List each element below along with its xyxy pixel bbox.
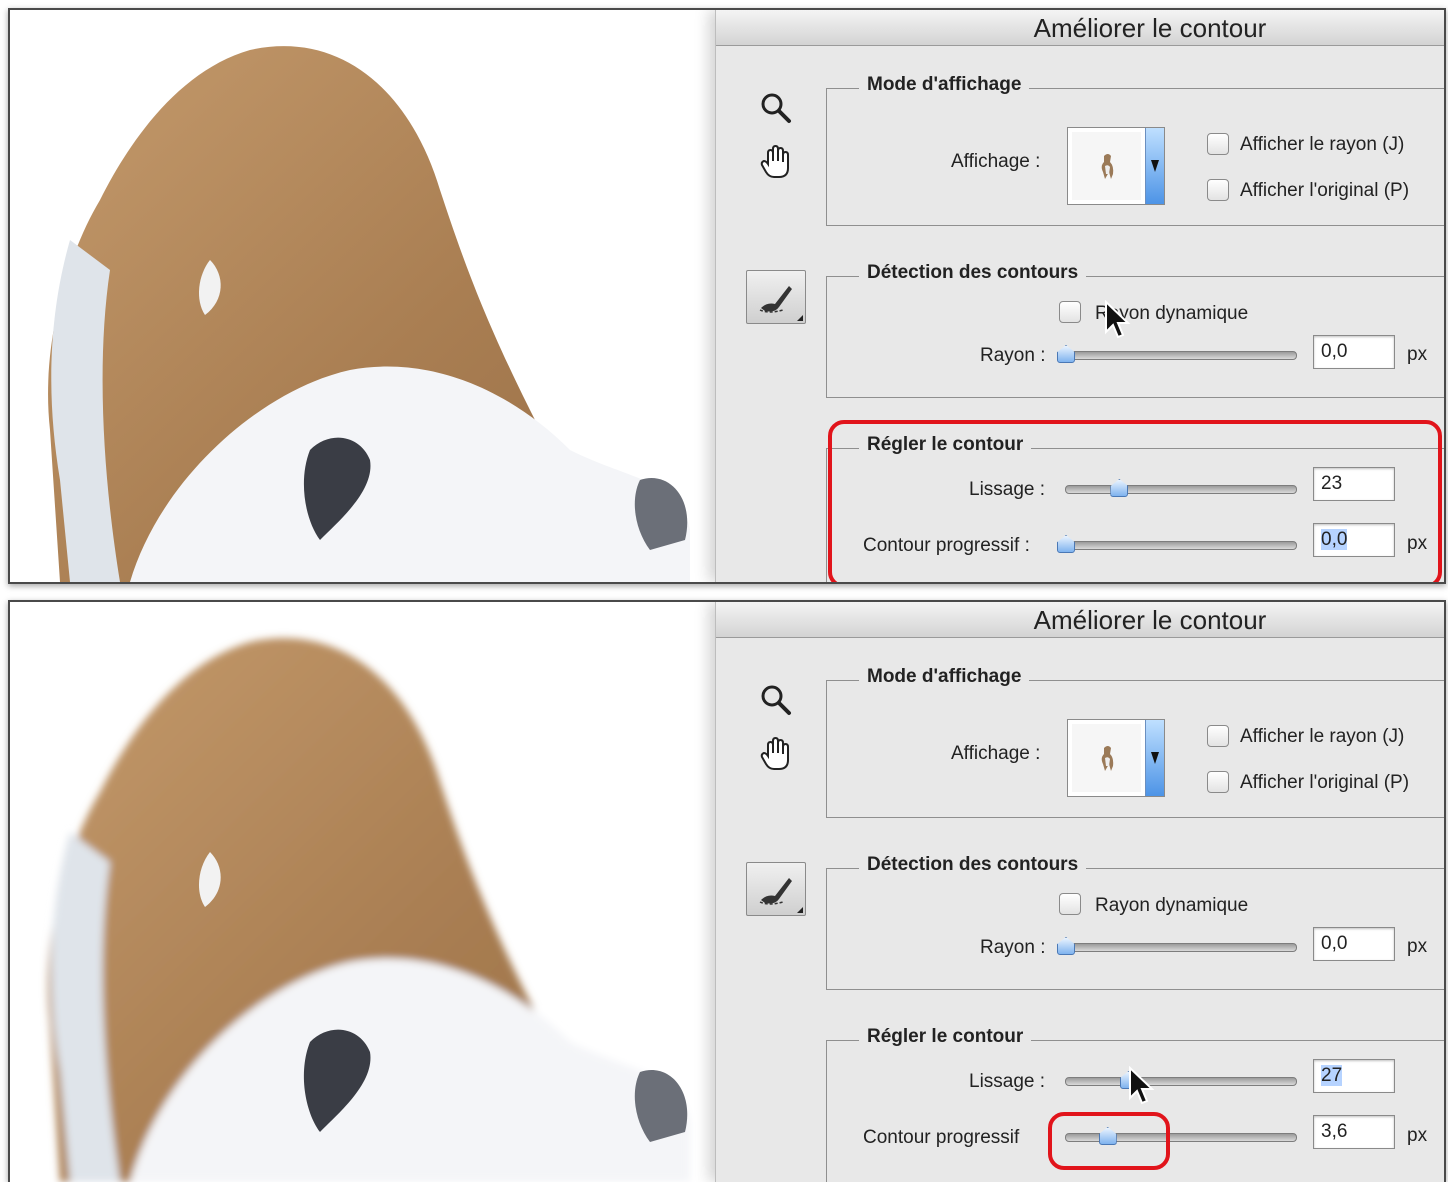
radius-value: 0,0 bbox=[1321, 933, 1348, 954]
view-mode-thumbnail bbox=[1072, 724, 1141, 792]
refine-edge-panel: Améliorer le contour Mode d'affichage Af… bbox=[715, 602, 1444, 1182]
show-radius-checkbox[interactable] bbox=[1207, 725, 1229, 747]
panel-title: Améliorer le contour bbox=[716, 602, 1444, 638]
show-original-checkbox[interactable] bbox=[1207, 771, 1229, 793]
show-original-label: Afficher l'original (P) bbox=[1240, 772, 1410, 793]
edge-detection-group: Détection des contours Rayon dynamique R… bbox=[826, 262, 1444, 398]
feather-input[interactable]: 3,6 bbox=[1313, 1115, 1395, 1149]
display-mode-group: Mode d'affichage Affichage : Afficher le… bbox=[826, 74, 1444, 226]
feather-slider-highlight bbox=[1048, 1112, 1170, 1170]
dog-photo-canvas-feathered[interactable] bbox=[10, 602, 715, 1182]
panel-title: Améliorer le contour bbox=[716, 10, 1444, 46]
mouse-cursor-icon bbox=[1129, 1066, 1155, 1105]
screenshot-after: Améliorer le contour Mode d'affichage Af… bbox=[8, 600, 1446, 1182]
zoom-icon[interactable] bbox=[756, 88, 796, 128]
display-mode-legend: Mode d'affichage bbox=[859, 666, 1030, 688]
smart-radius-checkbox[interactable] bbox=[1059, 893, 1081, 915]
smart-radius-checkbox[interactable] bbox=[1059, 301, 1081, 323]
radius-label: Rayon : bbox=[980, 937, 1046, 958]
adjust-edge-highlight bbox=[828, 420, 1442, 582]
smooth-input[interactable]: 27 bbox=[1313, 1059, 1395, 1093]
zoom-icon[interactable] bbox=[756, 680, 796, 720]
feather-value: 3,6 bbox=[1321, 1121, 1348, 1142]
display-label: Affichage : bbox=[951, 151, 1041, 172]
view-mode-dropdown[interactable] bbox=[1067, 719, 1165, 797]
dog-image bbox=[48, 46, 690, 582]
smooth-slider-track bbox=[1065, 1077, 1297, 1086]
refine-radius-brush-icon[interactable] bbox=[746, 270, 806, 324]
show-original-checkbox[interactable] bbox=[1207, 179, 1229, 201]
show-original-label: Afficher l'original (P) bbox=[1240, 180, 1410, 201]
mouse-cursor-icon bbox=[1105, 300, 1131, 339]
show-radius-label: Afficher le rayon (J) bbox=[1240, 134, 1405, 155]
screenshot-before: Améliorer le contour Mode d'affichage Af… bbox=[8, 8, 1446, 584]
radius-input[interactable]: 0,0 bbox=[1313, 927, 1395, 961]
adjust-edge-legend: Régler le contour bbox=[859, 1026, 1032, 1048]
radius-slider[interactable] bbox=[1057, 937, 1297, 957]
display-mode-legend: Mode d'affichage bbox=[859, 74, 1030, 96]
radius-unit: px bbox=[1407, 344, 1428, 365]
show-radius-label: Afficher le rayon (J) bbox=[1240, 726, 1405, 747]
radius-slider[interactable] bbox=[1057, 345, 1297, 365]
view-mode-thumbnail bbox=[1072, 132, 1141, 200]
edge-detection-legend: Détection des contours bbox=[859, 854, 1087, 876]
feather-label: Contour progressif bbox=[863, 1127, 1020, 1148]
radius-slider-track bbox=[1065, 943, 1297, 952]
hand-icon[interactable] bbox=[756, 734, 796, 774]
feather-unit: px bbox=[1407, 1125, 1428, 1146]
display-mode-group: Mode d'affichage Affichage : Afficher le… bbox=[826, 666, 1444, 818]
radius-value: 0,0 bbox=[1321, 341, 1348, 362]
chevron-down-icon[interactable] bbox=[1145, 128, 1164, 204]
refine-radius-brush-icon[interactable] bbox=[746, 862, 806, 916]
hand-icon[interactable] bbox=[756, 142, 796, 182]
radius-label: Rayon : bbox=[980, 345, 1046, 366]
radius-unit: px bbox=[1407, 936, 1428, 957]
chevron-down-icon[interactable] bbox=[1145, 720, 1164, 796]
radius-input[interactable]: 0,0 bbox=[1313, 335, 1395, 369]
radius-slider-track bbox=[1065, 351, 1297, 360]
radius-slider-thumb[interactable] bbox=[1057, 345, 1075, 363]
edge-detection-legend: Détection des contours bbox=[859, 262, 1087, 284]
show-radius-checkbox[interactable] bbox=[1207, 133, 1229, 155]
smooth-value: 27 bbox=[1321, 1065, 1343, 1086]
smooth-slider[interactable] bbox=[1065, 1071, 1297, 1091]
radius-slider-thumb[interactable] bbox=[1057, 937, 1075, 955]
dog-image-feathered bbox=[48, 638, 690, 1182]
view-mode-dropdown[interactable] bbox=[1067, 127, 1165, 205]
smart-radius-label: Rayon dynamique bbox=[1095, 895, 1249, 916]
dog-photo-canvas[interactable] bbox=[10, 10, 715, 582]
display-label: Affichage : bbox=[951, 743, 1041, 764]
edge-detection-group: Détection des contours Rayon dynamique R… bbox=[826, 854, 1444, 990]
smooth-label: Lissage : bbox=[969, 1071, 1046, 1092]
